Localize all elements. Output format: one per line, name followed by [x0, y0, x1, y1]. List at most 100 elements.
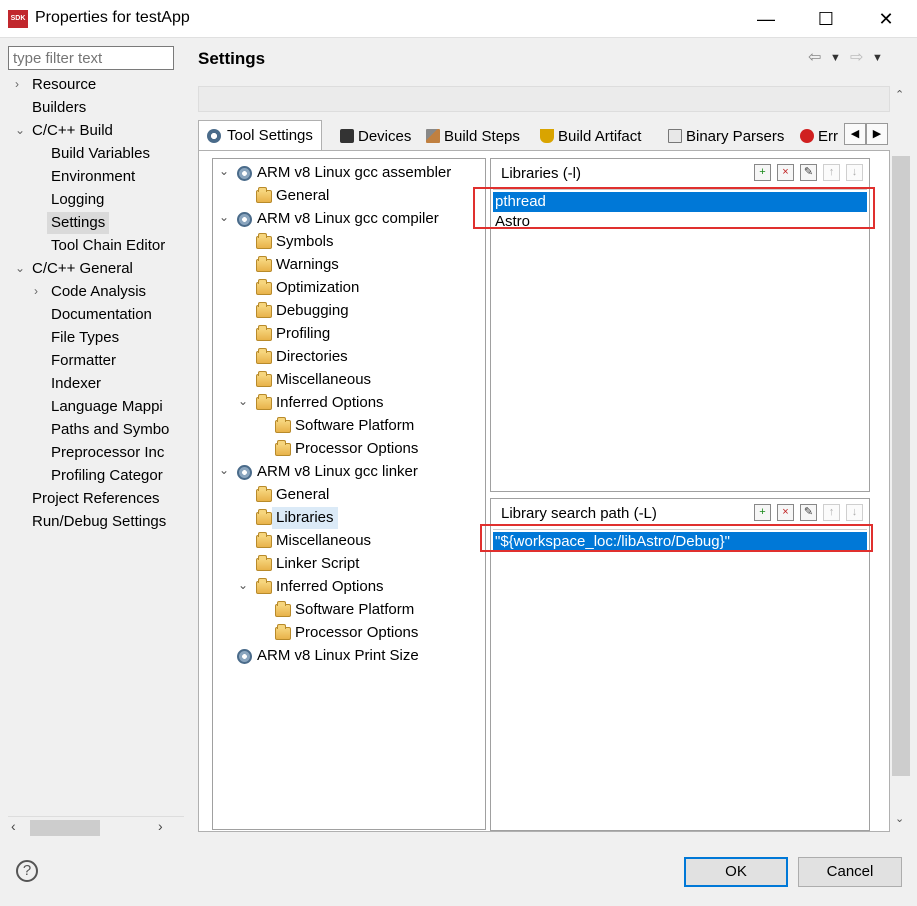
list-item[interactable]: pthread	[493, 192, 867, 212]
nav-item-settings[interactable]: Settings	[47, 212, 110, 234]
nav-item-environment[interactable]: Environment	[51, 166, 135, 188]
library-paths-group: Library search path (-L) + × ✎ ↑ ↓ "${worksp…	[490, 498, 870, 831]
libraries-group: Libraries (-l) + × ✎ ↑ ↓ pthread Astro	[490, 158, 870, 492]
page-vertical-scrollbar[interactable]: ⌃ ⌄	[890, 86, 912, 831]
tab-scroll-left-icon[interactable]: ◀	[844, 123, 866, 145]
maximize-button[interactable]: ☐	[803, 0, 849, 38]
tree-item-label: Directories	[276, 348, 348, 365]
cancel-button[interactable]: Cancel	[798, 857, 902, 887]
chevron-down-icon[interactable]: ⌄	[219, 164, 229, 178]
folder-icon	[256, 486, 272, 502]
close-button[interactable]: ✕	[863, 0, 909, 38]
chevron-down-icon[interactable]: ⌄	[219, 210, 229, 224]
nav-item-c-c-build[interactable]: C/C++ Build	[32, 120, 113, 142]
nav-item-formatter[interactable]: Formatter	[51, 350, 116, 372]
nav-item-tool-chain-editor[interactable]: Tool Chain Editor	[51, 235, 165, 257]
nav-item-documentation[interactable]: Documentation	[51, 304, 152, 326]
delete-icon[interactable]: ×	[777, 504, 794, 521]
nav-item-builders[interactable]: Builders	[32, 97, 86, 119]
scrollbar-thumb[interactable]	[30, 820, 100, 836]
tree-item-label: Processor Options	[295, 624, 419, 641]
chevron-right-icon[interactable]: ›	[15, 77, 19, 91]
tab-build-artifact[interactable]: Build Artifact	[536, 124, 641, 150]
chevron-down-icon[interactable]: ⌄	[238, 578, 248, 592]
folder-icon	[275, 601, 291, 617]
move-down-icon[interactable]: ↓	[846, 164, 863, 181]
edit-icon[interactable]: ✎	[800, 164, 817, 181]
folder-icon	[256, 509, 272, 525]
tree-item-label: Inferred Options	[276, 578, 384, 595]
error-icon	[800, 129, 814, 143]
scroll-right-icon[interactable]: ›	[158, 818, 163, 834]
nav-horizontal-scrollbar[interactable]: ‹ ›	[8, 816, 184, 838]
folder-icon	[256, 348, 272, 364]
ok-button[interactable]: OK	[684, 857, 788, 887]
scroll-down-icon[interactable]: ⌄	[895, 812, 904, 825]
nav-item-language-mappi[interactable]: Language Mappi	[51, 396, 163, 418]
back-arrow-icon[interactable]: ⇦	[808, 47, 821, 67]
nav-item-paths-and-symbo[interactable]: Paths and Symbo	[51, 419, 169, 441]
folder-icon	[256, 532, 272, 548]
nav-item-build-variables[interactable]: Build Variables	[51, 143, 150, 165]
tab-devices[interactable]: Devices	[336, 124, 411, 150]
add-icon[interactable]: +	[754, 504, 771, 521]
nav-item-file-types[interactable]: File Types	[51, 327, 119, 349]
tab-tool-settings[interactable]: Tool Settings	[198, 120, 322, 152]
list-item[interactable]: "${workspace_loc:/libAstro/Debug}"	[493, 532, 867, 552]
back-dropdown-icon[interactable]: ▼	[830, 52, 841, 64]
gear-icon	[207, 129, 221, 143]
library-paths-list[interactable]: "${workspace_loc:/libAstro/Debug}"	[493, 529, 867, 828]
tab-scroll-right-icon[interactable]: ▶	[866, 123, 888, 145]
move-up-icon[interactable]: ↑	[823, 504, 840, 521]
tab-build-steps[interactable]: Build Steps	[422, 124, 520, 150]
tab-err[interactable]: Err	[796, 124, 838, 150]
tree-item-label: Debugging	[276, 302, 349, 319]
tab-label: Build Steps	[444, 128, 520, 145]
nav-item-c-c-general[interactable]: C/C++ General	[32, 258, 133, 280]
minimize-button[interactable]: —	[743, 0, 789, 38]
chevron-down-icon[interactable]: ⌄	[238, 394, 248, 408]
forward-arrow-icon[interactable]: ⇨	[850, 47, 863, 67]
tool-tree: ⌄ ARM v8 Linux gcc assembler General ⌄ ARM v…	[212, 158, 486, 830]
forward-dropdown-icon[interactable]: ▼	[872, 52, 883, 64]
nav-item-preprocessor-inc[interactable]: Preprocessor Inc	[51, 442, 164, 464]
scroll-left-icon[interactable]: ‹	[11, 818, 16, 834]
tab-strip: Tool Settings Devices Build Steps Build Art…	[198, 120, 890, 152]
nav-item-code-analysis[interactable]: Code Analysis	[51, 281, 146, 303]
folder-icon	[256, 233, 272, 249]
nav-item-profiling-categor[interactable]: Profiling Categor	[51, 465, 163, 487]
tool-gear-icon	[237, 649, 252, 664]
chevron-down-icon[interactable]: ⌄	[15, 123, 25, 137]
filter-input[interactable]	[8, 46, 174, 70]
chevron-down-icon[interactable]: ⌄	[219, 463, 229, 477]
tab-label: Binary Parsers	[686, 128, 785, 145]
nav-item-project-references[interactable]: Project References	[32, 488, 160, 510]
chevron-down-icon[interactable]: ⌄	[15, 261, 25, 275]
chevron-right-icon[interactable]: ›	[34, 284, 38, 298]
folder-icon	[275, 417, 291, 433]
help-icon[interactable]: ?	[16, 860, 38, 882]
tree-item-label: General	[276, 187, 330, 204]
delete-icon[interactable]: ×	[777, 164, 794, 181]
tree-item-label: ARM v8 Linux gcc compiler	[257, 210, 439, 227]
tab-label: Build Artifact	[558, 128, 642, 145]
move-up-icon[interactable]: ↑	[823, 164, 840, 181]
nav-item-logging[interactable]: Logging	[51, 189, 104, 211]
libraries-list[interactable]: pthread Astro	[493, 189, 867, 489]
libraries-toolbar: + × ✎ ↑ ↓	[748, 164, 863, 182]
nav-item-indexer[interactable]: Indexer	[51, 373, 101, 395]
edit-icon[interactable]: ✎	[800, 504, 817, 521]
binary-icon	[668, 129, 682, 143]
tab-binary-parsers[interactable]: Binary Parsers	[664, 124, 784, 150]
scroll-up-icon[interactable]: ⌃	[895, 88, 904, 101]
move-down-icon[interactable]: ↓	[846, 504, 863, 521]
add-icon[interactable]: +	[754, 164, 771, 181]
tab-label: Tool Settings	[227, 127, 313, 144]
title-bar: SDK Properties for testApp — ☐ ✕	[0, 0, 917, 38]
folder-icon	[256, 578, 272, 594]
scrollbar-thumb[interactable]	[892, 156, 910, 776]
hammer-icon	[426, 129, 440, 143]
list-item[interactable]: Astro	[493, 212, 867, 232]
nav-item-resource[interactable]: Resource	[32, 74, 96, 96]
nav-item-run-debug-settings[interactable]: Run/Debug Settings	[32, 511, 166, 533]
